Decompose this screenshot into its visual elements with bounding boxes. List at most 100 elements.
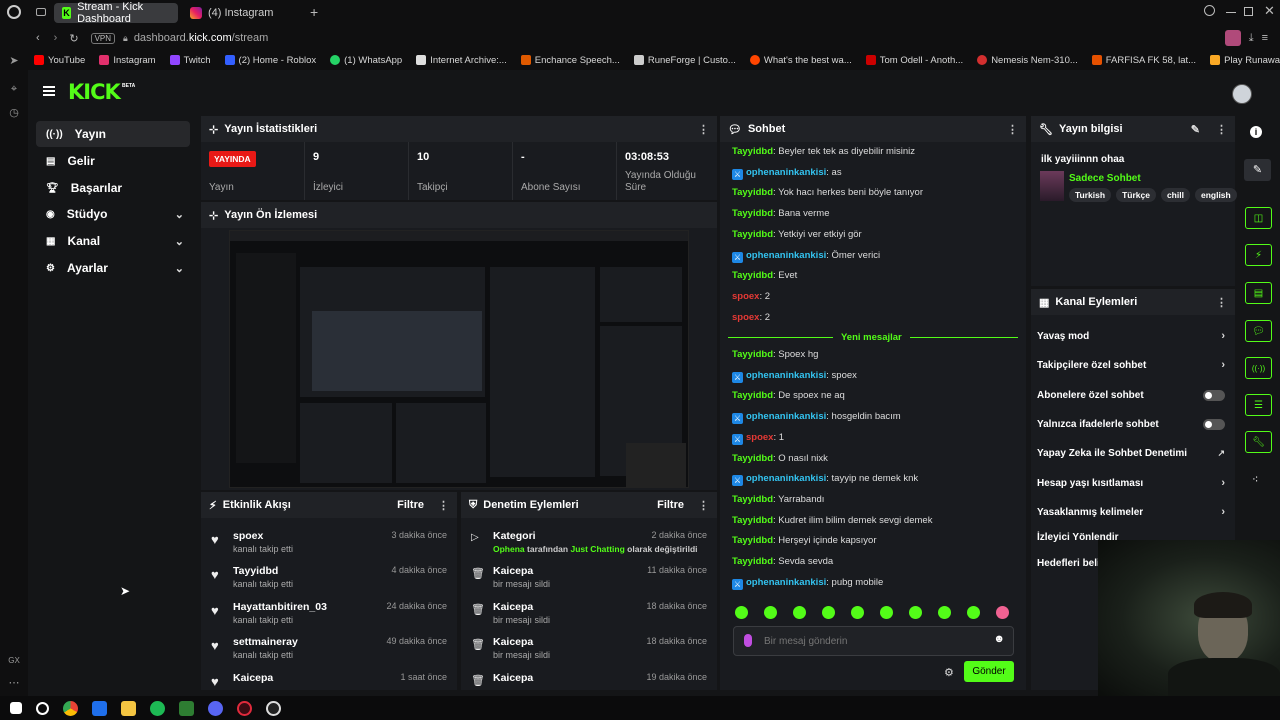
chat-message[interactable]: Tayyidbd: Yarrabandı bbox=[732, 494, 824, 505]
opera-logo-icon[interactable] bbox=[7, 5, 21, 19]
chat-message[interactable]: Tayyidbd: Yetkiyi ver etkiyi gör bbox=[732, 229, 862, 240]
filter-button[interactable]: Filtre bbox=[657, 499, 684, 511]
bookmark-enhance[interactable]: Enchance Speech... bbox=[520, 55, 620, 66]
chevron-down-icon[interactable]: ⌄ bbox=[175, 235, 184, 248]
list-item[interactable]: 🗑︎ Kaicepa bir mesajı sildi 18 dakika önce bbox=[461, 632, 717, 667]
camera-icon[interactable]: ◫ bbox=[1245, 207, 1272, 229]
more-options-icon[interactable]: ⋮ bbox=[438, 499, 449, 512]
vpn-badge[interactable]: VPN bbox=[90, 32, 116, 44]
chat-username[interactable]: Tayyidbd bbox=[732, 187, 773, 198]
bookmark-twitch[interactable]: Twitch bbox=[169, 55, 211, 66]
chat-message[interactable]: ⚔ ophenaninkankisi: tayyip ne demek knk bbox=[732, 473, 918, 487]
bookmark-reddit[interactable]: What's the best wa... bbox=[749, 55, 852, 66]
tag[interactable]: Türkçe bbox=[1116, 188, 1156, 202]
chat-username[interactable]: Tayyidbd bbox=[732, 556, 773, 567]
more-icon[interactable]: ⋯ bbox=[7, 676, 21, 690]
chat-message[interactable]: Tayyidbd: Beyler tek tek as diyebilir mi… bbox=[732, 146, 915, 157]
action-subscribers-only[interactable]: Abonelere özel sohbet bbox=[1031, 382, 1235, 408]
chrome-icon[interactable] bbox=[63, 700, 78, 716]
new-tab-button[interactable]: + bbox=[310, 4, 318, 20]
menu-icon[interactable]: ≡ bbox=[1262, 32, 1268, 44]
chat-message[interactable]: spoex: 2 bbox=[732, 312, 770, 323]
chat-message[interactable]: Tayyidbd: Bana verme bbox=[732, 208, 830, 219]
chat-input[interactable] bbox=[764, 633, 984, 649]
chat-username[interactable]: Tayyidbd bbox=[732, 349, 773, 360]
tag[interactable]: english bbox=[1194, 188, 1237, 202]
action-account-age[interactable]: Hesap yaşı kısıtlaması › bbox=[1031, 470, 1235, 496]
action-ai-moderation[interactable]: Yapay Zeka ile Sohbet Denetimi ↗ bbox=[1031, 440, 1235, 466]
action-emote-only[interactable]: Yalnızca ifadelerle sohbet bbox=[1031, 411, 1235, 437]
list-item[interactable]: ♥ Hayattanbitiren_03 kanalı takip etti 24 d… bbox=[201, 597, 457, 632]
chat-username[interactable]: Tayyidbd bbox=[732, 515, 773, 526]
chat-message[interactable]: Tayyidbd: Sevda sevda bbox=[732, 556, 833, 567]
reload-icon[interactable]: ↻ bbox=[69, 32, 78, 45]
list-item[interactable]: ♥ Tayyidbd kanalı takip etti 4 dakika önce bbox=[201, 561, 457, 596]
download-icon[interactable]: ⤓ bbox=[1249, 32, 1254, 45]
opera-gx-icon[interactable] bbox=[237, 700, 252, 716]
action-followers-only[interactable]: Takipçilere özel sohbet › bbox=[1031, 352, 1235, 378]
obs-icon[interactable] bbox=[266, 700, 281, 716]
action-slow-mode[interactable]: Yavaş mod › bbox=[1031, 323, 1235, 349]
chat-username[interactable]: Tayyidbd bbox=[732, 535, 773, 546]
chat-username[interactable]: ophenaninkankisi bbox=[746, 167, 826, 178]
url-field[interactable]: dashboard.kick.com/stream bbox=[134, 32, 269, 44]
windows-start-icon[interactable] bbox=[10, 702, 22, 714]
tab-instagram[interactable]: (4) Instagram bbox=[182, 3, 302, 23]
app-icon[interactable] bbox=[179, 700, 194, 716]
bookmark-youtube[interactable]: YouTube bbox=[34, 55, 85, 66]
search-icon[interactable] bbox=[36, 701, 49, 715]
emoji-icon[interactable]: ☻ bbox=[993, 633, 1005, 645]
nav-studyo[interactable]: ◉ Stüdyo ⌄ bbox=[36, 201, 190, 227]
filter-button[interactable]: Filtre bbox=[397, 499, 424, 511]
broadcast-icon[interactable]: ((·)) bbox=[1245, 357, 1272, 379]
chat-username[interactable]: Tayyidbd bbox=[732, 270, 773, 281]
folder-icon[interactable] bbox=[121, 700, 136, 716]
minimize-icon[interactable] bbox=[1226, 12, 1236, 13]
bookmark-nemesis[interactable]: Nemesis Nem-310... bbox=[977, 55, 1078, 66]
discord-icon[interactable] bbox=[208, 700, 223, 716]
chat-username[interactable]: ophenaninkankisi bbox=[746, 250, 826, 261]
chevron-down-icon[interactable]: ⌄ bbox=[175, 208, 184, 221]
chat-username[interactable]: spoex bbox=[732, 291, 759, 302]
chat-message[interactable]: ⚔ ophenaninkankisi: hosgeldin bacım bbox=[732, 411, 901, 425]
nav-kanal[interactable]: ▦ Kanal ⌄ bbox=[36, 228, 190, 254]
tag[interactable]: Turkish bbox=[1069, 188, 1112, 202]
list-item[interactable]: 🗑︎ Kaicepa bir mesajı sildi 18 dakika önce bbox=[461, 597, 717, 632]
chat-message[interactable]: Tayyidbd: O nasıl nixk bbox=[732, 453, 828, 464]
send-button[interactable]: Gönder bbox=[964, 661, 1014, 682]
stream-preview-video[interactable] bbox=[229, 230, 689, 488]
kick-logo[interactable]: KICK bbox=[68, 80, 121, 104]
nav-gelir[interactable]: ▤ Gelir bbox=[36, 148, 190, 174]
more-options-icon[interactable]: ⋮ bbox=[1216, 123, 1227, 136]
user-avatar[interactable] bbox=[1232, 84, 1252, 104]
bookmark-whatsapp[interactable]: (1) WhatsApp bbox=[330, 55, 402, 66]
more-options-icon[interactable]: ⋮ bbox=[1007, 123, 1018, 136]
tag[interactable]: chill bbox=[1160, 188, 1190, 202]
messenger-icon[interactable]: ➤ bbox=[7, 54, 21, 68]
bookmark-instagram[interactable]: Instagram bbox=[99, 55, 156, 66]
nav-yayin[interactable]: ((·)) Yayın bbox=[36, 121, 190, 147]
toggle-switch[interactable] bbox=[1203, 418, 1225, 430]
chat-username[interactable]: ophenaninkankisi bbox=[746, 370, 826, 381]
action-banned-words[interactable]: Yasaklanmış kelimeler › bbox=[1031, 499, 1235, 525]
gx-icon[interactable]: GX bbox=[7, 656, 21, 670]
back-icon[interactable]: ‹ bbox=[36, 32, 40, 44]
chat-username[interactable]: Tayyidbd bbox=[732, 229, 773, 240]
chat-username[interactable]: Tayyidbd bbox=[732, 453, 773, 464]
tab-kick-dashboard[interactable]: K Stream - Kick Dashboard bbox=[54, 1, 178, 25]
chat-message[interactable]: spoex: 2 bbox=[732, 291, 770, 302]
chat-input-box[interactable]: ☻ bbox=[733, 626, 1014, 656]
chevron-down-icon[interactable]: ⌄ bbox=[175, 262, 184, 275]
chat-message[interactable]: ⚔ ophenaninkankisi: pubg mobile bbox=[732, 577, 883, 590]
more-options-icon[interactable]: ⋮ bbox=[698, 123, 709, 136]
nav-basarilar[interactable]: 🏆︎ Başarılar bbox=[36, 175, 190, 201]
chat-message[interactable]: Tayyidbd: De spoex ne aq bbox=[732, 390, 845, 401]
note-icon[interactable]: ▤ bbox=[1245, 282, 1272, 304]
lightning-icon[interactable]: ⚡︎ bbox=[1245, 244, 1272, 266]
chat-message[interactable]: Tayyidbd: Evet bbox=[732, 270, 797, 281]
search-tabs-icon[interactable] bbox=[1204, 5, 1215, 16]
settings-dots-icon[interactable]: ⁖ bbox=[1252, 473, 1258, 486]
store-icon[interactable] bbox=[92, 700, 107, 716]
bookmark-roblox[interactable]: (2) Home - Roblox bbox=[224, 55, 316, 66]
spotify-icon[interactable] bbox=[150, 700, 165, 716]
